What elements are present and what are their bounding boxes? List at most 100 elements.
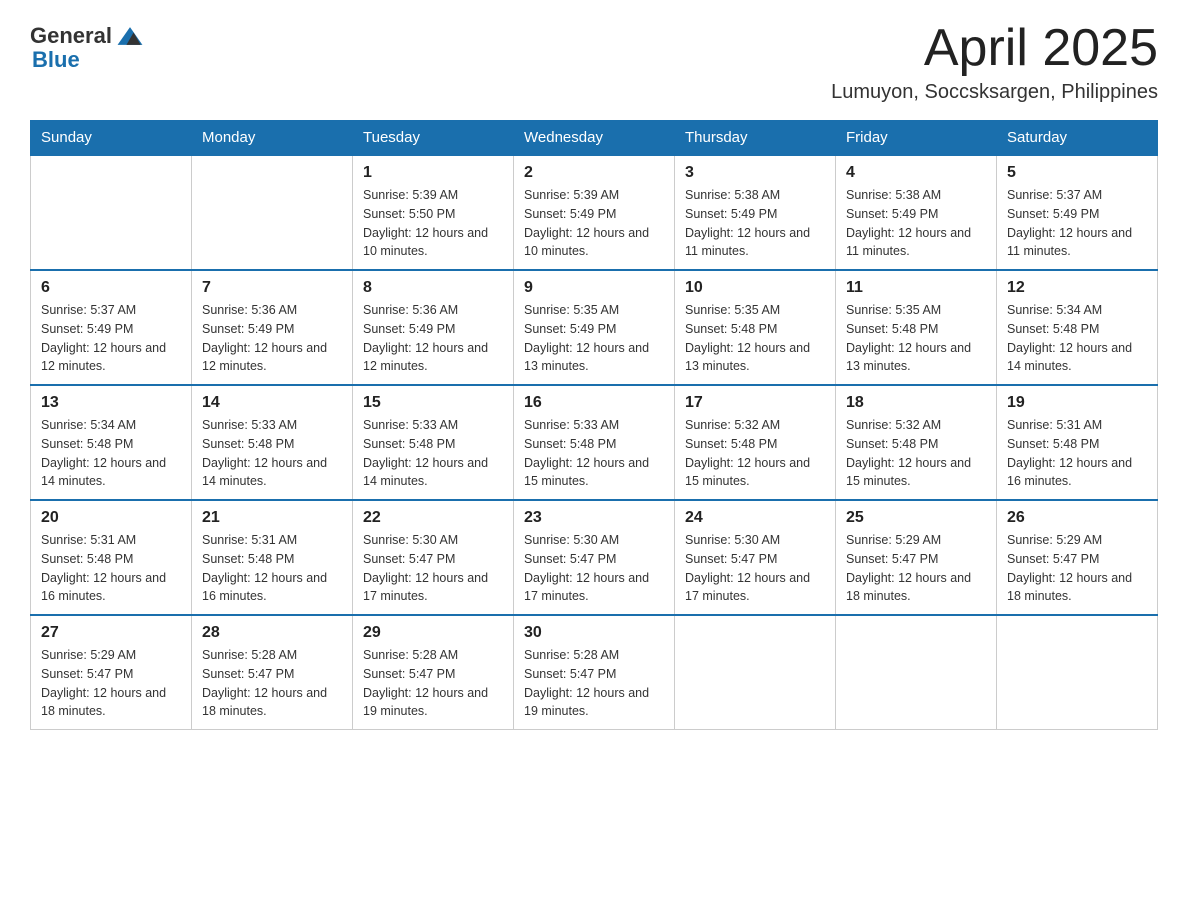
day-number: 22 (363, 509, 503, 527)
day-info: Sunrise: 5:35 AMSunset: 5:48 PMDaylight:… (846, 301, 986, 376)
calendar-cell: 29Sunrise: 5:28 AMSunset: 5:47 PMDayligh… (353, 615, 514, 730)
day-number: 19 (1007, 394, 1147, 412)
day-number: 16 (524, 394, 664, 412)
day-number: 13 (41, 394, 181, 412)
weekday-header-tuesday: Tuesday (353, 121, 514, 156)
day-info: Sunrise: 5:32 AMSunset: 5:48 PMDaylight:… (685, 416, 825, 491)
calendar-cell: 11Sunrise: 5:35 AMSunset: 5:48 PMDayligh… (836, 270, 997, 385)
logo-icon (114, 20, 146, 52)
day-info: Sunrise: 5:31 AMSunset: 5:48 PMDaylight:… (202, 531, 342, 606)
calendar-week-row: 27Sunrise: 5:29 AMSunset: 5:47 PMDayligh… (31, 615, 1158, 730)
calendar-cell: 23Sunrise: 5:30 AMSunset: 5:47 PMDayligh… (514, 500, 675, 615)
day-number: 1 (363, 164, 503, 182)
weekday-header-saturday: Saturday (997, 121, 1158, 156)
day-number: 17 (685, 394, 825, 412)
day-info: Sunrise: 5:33 AMSunset: 5:48 PMDaylight:… (524, 416, 664, 491)
calendar-week-row: 6 Sunrise: 5:37 AMSunset: 5:49 PMDaylight… (31, 270, 1158, 385)
calendar-cell (192, 155, 353, 270)
calendar-cell: 3 Sunrise: 5:38 AMSunset: 5:49 PMDaylight… (675, 155, 836, 270)
day-number: 7 (202, 279, 342, 297)
day-number: 10 (685, 279, 825, 297)
day-info: Sunrise: 5:28 AMSunset: 5:47 PMDaylight:… (524, 646, 664, 721)
day-number: 20 (41, 509, 181, 527)
calendar-cell: 27Sunrise: 5:29 AMSunset: 5:47 PMDayligh… (31, 615, 192, 730)
day-info: Sunrise: 5:32 AMSunset: 5:48 PMDaylight:… (846, 416, 986, 491)
calendar-cell: 26 Sunrise: 5:29 AMSunset: 5:47 PMDayligh… (997, 500, 1158, 615)
calendar-cell: 9Sunrise: 5:35 AMSunset: 5:49 PMDaylight… (514, 270, 675, 385)
calendar-cell: 24 Sunrise: 5:30 AMSunset: 5:47 PMDayligh… (675, 500, 836, 615)
day-number: 26 (1007, 509, 1147, 527)
day-number: 12 (1007, 279, 1147, 297)
calendar-cell: 15 Sunrise: 5:33 AMSunset: 5:48 PMDayligh… (353, 385, 514, 500)
calendar-cell: 10 Sunrise: 5:35 AMSunset: 5:48 PMDayligh… (675, 270, 836, 385)
day-info: Sunrise: 5:39 AMSunset: 5:49 PMDaylight:… (524, 186, 664, 261)
calendar-cell (31, 155, 192, 270)
calendar-subtitle: Lumuyon, Soccsksargen, Philippines (831, 81, 1158, 104)
day-number: 3 (685, 164, 825, 182)
calendar-cell: 4 Sunrise: 5:38 AMSunset: 5:49 PMDaylight… (836, 155, 997, 270)
day-info: Sunrise: 5:29 AMSunset: 5:47 PMDaylight:… (846, 531, 986, 606)
day-info: Sunrise: 5:36 AMSunset: 5:49 PMDaylight:… (202, 301, 342, 376)
calendar-week-row: 1 Sunrise: 5:39 AMSunset: 5:50 PMDaylight… (31, 155, 1158, 270)
day-info: Sunrise: 5:36 AMSunset: 5:49 PMDaylight:… (363, 301, 503, 376)
calendar-cell: 22 Sunrise: 5:30 AMSunset: 5:47 PMDayligh… (353, 500, 514, 615)
day-info: Sunrise: 5:34 AMSunset: 5:48 PMDaylight:… (1007, 301, 1147, 376)
day-number: 2 (524, 164, 664, 182)
weekday-header-row: SundayMondayTuesdayWednesdayThursdayFrid… (31, 121, 1158, 156)
day-number: 24 (685, 509, 825, 527)
page-header: General Blue April 2025 Lumuyon, Soccsks… (30, 20, 1158, 104)
calendar-cell: 7 Sunrise: 5:36 AMSunset: 5:49 PMDaylight… (192, 270, 353, 385)
day-info: Sunrise: 5:39 AMSunset: 5:50 PMDaylight:… (363, 186, 503, 261)
day-info: Sunrise: 5:37 AMSunset: 5:49 PMDaylight:… (41, 301, 181, 376)
logo: General Blue (30, 20, 146, 72)
day-info: Sunrise: 5:38 AMSunset: 5:49 PMDaylight:… (846, 186, 986, 261)
calendar-title: April 2025 (831, 20, 1158, 77)
calendar-cell: 18Sunrise: 5:32 AMSunset: 5:48 PMDayligh… (836, 385, 997, 500)
calendar-cell: 28 Sunrise: 5:28 AMSunset: 5:47 PMDayligh… (192, 615, 353, 730)
calendar-cell: 30Sunrise: 5:28 AMSunset: 5:47 PMDayligh… (514, 615, 675, 730)
weekday-header-thursday: Thursday (675, 121, 836, 156)
calendar-cell: 17 Sunrise: 5:32 AMSunset: 5:48 PMDayligh… (675, 385, 836, 500)
day-info: Sunrise: 5:31 AMSunset: 5:48 PMDaylight:… (41, 531, 181, 606)
day-number: 28 (202, 624, 342, 642)
calendar-cell: 5 Sunrise: 5:37 AMSunset: 5:49 PMDaylight… (997, 155, 1158, 270)
calendar-cell: 16 Sunrise: 5:33 AMSunset: 5:48 PMDayligh… (514, 385, 675, 500)
day-info: Sunrise: 5:35 AMSunset: 5:48 PMDaylight:… (685, 301, 825, 376)
day-info: Sunrise: 5:29 AMSunset: 5:47 PMDaylight:… (1007, 531, 1147, 606)
day-number: 27 (41, 624, 181, 642)
day-number: 25 (846, 509, 986, 527)
weekday-header-wednesday: Wednesday (514, 121, 675, 156)
logo-blue: Blue (32, 47, 80, 72)
day-number: 8 (363, 279, 503, 297)
day-info: Sunrise: 5:33 AMSunset: 5:48 PMDaylight:… (202, 416, 342, 491)
calendar-cell: 2 Sunrise: 5:39 AMSunset: 5:49 PMDaylight… (514, 155, 675, 270)
day-number: 15 (363, 394, 503, 412)
day-info: Sunrise: 5:37 AMSunset: 5:49 PMDaylight:… (1007, 186, 1147, 261)
calendar-cell: 6 Sunrise: 5:37 AMSunset: 5:49 PMDaylight… (31, 270, 192, 385)
calendar-week-row: 13Sunrise: 5:34 AMSunset: 5:48 PMDayligh… (31, 385, 1158, 500)
day-info: Sunrise: 5:30 AMSunset: 5:47 PMDaylight:… (685, 531, 825, 606)
day-info: Sunrise: 5:35 AMSunset: 5:49 PMDaylight:… (524, 301, 664, 376)
calendar-week-row: 20 Sunrise: 5:31 AMSunset: 5:48 PMDayligh… (31, 500, 1158, 615)
calendar-cell: 1 Sunrise: 5:39 AMSunset: 5:50 PMDaylight… (353, 155, 514, 270)
weekday-header-friday: Friday (836, 121, 997, 156)
calendar-cell: 14 Sunrise: 5:33 AMSunset: 5:48 PMDayligh… (192, 385, 353, 500)
day-number: 23 (524, 509, 664, 527)
title-block: April 2025 Lumuyon, Soccsksargen, Philip… (831, 20, 1158, 104)
day-number: 6 (41, 279, 181, 297)
day-number: 4 (846, 164, 986, 182)
weekday-header-sunday: Sunday (31, 121, 192, 156)
calendar-cell: 20 Sunrise: 5:31 AMSunset: 5:48 PMDayligh… (31, 500, 192, 615)
day-number: 29 (363, 624, 503, 642)
day-info: Sunrise: 5:38 AMSunset: 5:49 PMDaylight:… (685, 186, 825, 261)
day-number: 5 (1007, 164, 1147, 182)
calendar-cell: 13Sunrise: 5:34 AMSunset: 5:48 PMDayligh… (31, 385, 192, 500)
calendar-cell: 21Sunrise: 5:31 AMSunset: 5:48 PMDayligh… (192, 500, 353, 615)
day-info: Sunrise: 5:33 AMSunset: 5:48 PMDaylight:… (363, 416, 503, 491)
calendar-table: SundayMondayTuesdayWednesdayThursdayFrid… (30, 120, 1158, 730)
day-number: 14 (202, 394, 342, 412)
day-info: Sunrise: 5:28 AMSunset: 5:47 PMDaylight:… (202, 646, 342, 721)
calendar-cell (836, 615, 997, 730)
day-info: Sunrise: 5:30 AMSunset: 5:47 PMDaylight:… (363, 531, 503, 606)
calendar-cell: 19Sunrise: 5:31 AMSunset: 5:48 PMDayligh… (997, 385, 1158, 500)
